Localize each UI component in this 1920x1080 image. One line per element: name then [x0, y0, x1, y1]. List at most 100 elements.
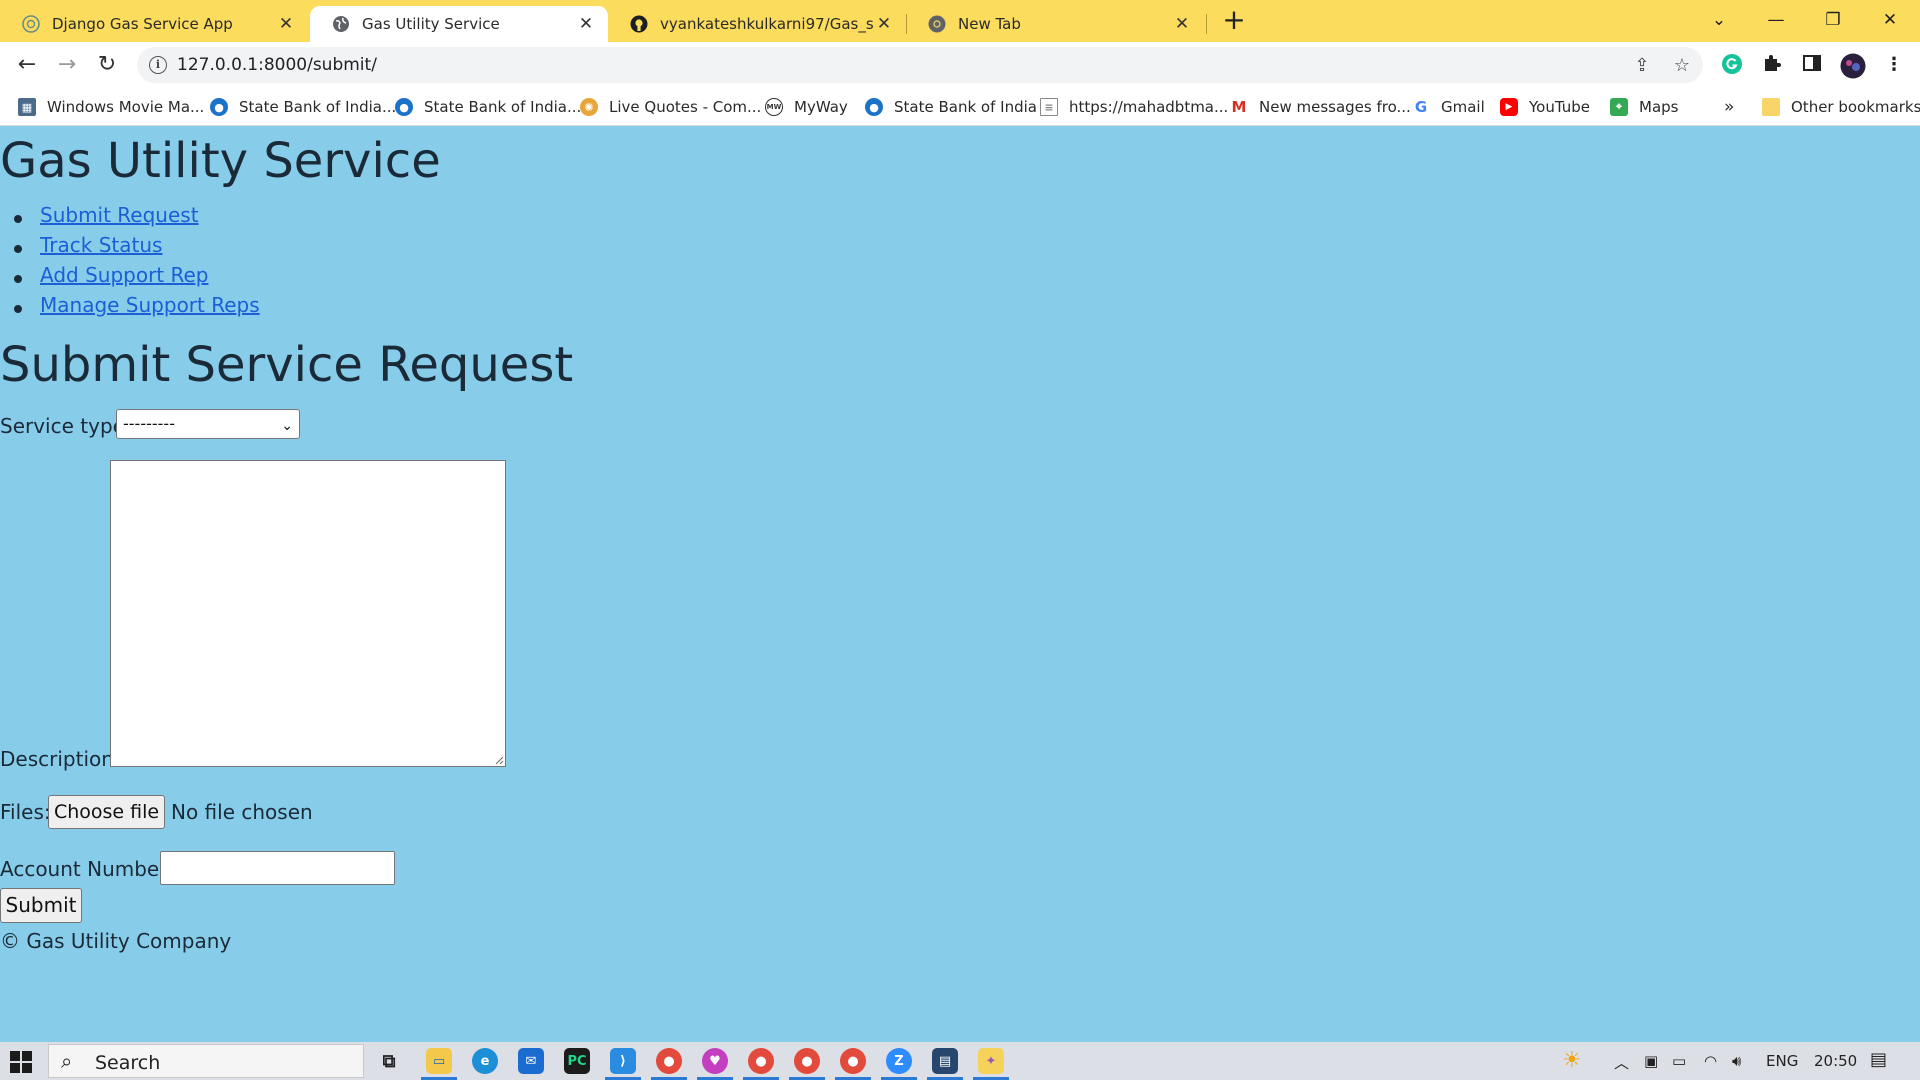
- description-textarea[interactable]: [110, 460, 506, 767]
- tab-strip: Django Gas Service App ✕ Gas Utility Ser…: [0, 0, 1920, 42]
- meet-now-icon[interactable]: ▣: [1644, 1052, 1658, 1070]
- restore-button[interactable]: ❐: [1811, 2, 1855, 38]
- close-tab-icon[interactable]: ✕: [276, 14, 296, 34]
- description-label: Description:: [0, 747, 121, 771]
- bookmark-item[interactable]: ≡ https://mahadbtma...: [1040, 96, 1228, 118]
- close-window-button[interactable]: ✕: [1868, 2, 1912, 38]
- nav-item: Submit Request: [14, 203, 260, 233]
- site-info-icon[interactable]: i: [149, 56, 167, 74]
- page-content: Gas Utility Service Submit Request Track…: [0, 127, 1920, 1042]
- windows-start-icon[interactable]: [10, 1051, 32, 1073]
- profile-avatar[interactable]: [1840, 53, 1866, 79]
- youtube-icon: ▶: [1500, 98, 1518, 116]
- chrome-icon: [928, 15, 946, 33]
- close-tab-icon[interactable]: ✕: [1172, 14, 1192, 34]
- bookmark-item[interactable]: ▦ Windows Movie Ma...: [18, 96, 204, 118]
- bookmark-item[interactable]: ● State Bank of India...: [395, 96, 581, 118]
- bookmark-item[interactable]: MW MyWay: [765, 96, 848, 118]
- taskbar-search-box[interactable]: ⌕ Search: [48, 1044, 364, 1078]
- battery-icon[interactable]: ▭: [1672, 1052, 1686, 1070]
- submit-button[interactable]: Submit: [0, 888, 82, 923]
- choose-file-button[interactable]: Choose file: [48, 795, 165, 829]
- nav-item: Add Support Rep: [14, 263, 260, 293]
- edge-icon[interactable]: e: [472, 1048, 498, 1074]
- bravo-app-icon[interactable]: ♥: [702, 1048, 728, 1074]
- quotes-icon: ✺: [580, 98, 598, 116]
- nav-link-manage-support-reps[interactable]: Manage Support Reps: [40, 293, 260, 317]
- tab-title: Gas Utility Service: [362, 15, 500, 33]
- other-bookmarks-label: Other bookmarks: [1791, 98, 1920, 116]
- chrome-taskbar-icon[interactable]: ●: [656, 1048, 682, 1074]
- share-icon[interactable]: ⇪: [1631, 55, 1653, 77]
- minimize-button[interactable]: —: [1754, 2, 1798, 38]
- grammarly-icon[interactable]: [1720, 53, 1744, 77]
- taskbar-search-text: Search: [95, 1052, 161, 1074]
- bookmark-item[interactable]: G Gmail: [1412, 96, 1485, 118]
- chrome-menu-icon[interactable]: ⋮: [1882, 53, 1906, 77]
- no-file-text: No file chosen: [171, 800, 313, 824]
- bookmark-label: Gmail: [1441, 98, 1485, 116]
- tab-gas-utility-service[interactable]: Gas Utility Service ✕: [310, 6, 608, 42]
- url-text[interactable]: 127.0.0.1:8000/submit/: [177, 55, 377, 75]
- account-number-input[interactable]: [160, 851, 395, 885]
- service-type-value: ---------: [123, 414, 175, 433]
- nav-link-track-status[interactable]: Track Status: [40, 233, 162, 257]
- nav-link-add-support-rep[interactable]: Add Support Rep: [40, 263, 209, 287]
- zoom-icon[interactable]: Z: [886, 1048, 912, 1074]
- tab-new-tab[interactable]: New Tab ✕: [906, 6, 1204, 42]
- mail-icon[interactable]: ✉: [518, 1048, 544, 1074]
- bookmark-item[interactable]: ▶ YouTube: [1500, 96, 1590, 118]
- notifications-icon[interactable]: ▤: [1870, 1049, 1887, 1070]
- tab-title: New Tab: [958, 15, 1021, 33]
- tab-django-gas-service[interactable]: Django Gas Service App ✕: [0, 6, 308, 42]
- language-indicator[interactable]: ENG: [1766, 1052, 1798, 1070]
- page-icon: ≡: [1040, 98, 1058, 116]
- chrome-profile-4-icon[interactable]: ●: [840, 1048, 866, 1074]
- bookmark-label: Windows Movie Ma...: [47, 98, 205, 116]
- side-panel-icon[interactable]: [1800, 53, 1824, 77]
- bookmark-item[interactable]: M New messages fro...: [1230, 96, 1411, 118]
- task-view-icon[interactable]: ⧉: [376, 1048, 402, 1074]
- vscode-icon[interactable]: ⟩: [610, 1048, 636, 1074]
- address-bar[interactable]: i 127.0.0.1:8000/submit/ ⇪ ☆: [137, 47, 1703, 83]
- tab-title: Django Gas Service App: [52, 15, 233, 33]
- forward-button[interactable]: →: [53, 51, 81, 79]
- sql-studio-icon[interactable]: ▤: [932, 1048, 958, 1074]
- paint-app-icon[interactable]: ✦: [978, 1048, 1004, 1074]
- show-hidden-icons-chevron-icon[interactable]: ︿: [1614, 1052, 1629, 1073]
- nav-item: Track Status: [14, 233, 260, 263]
- wifi-icon[interactable]: ◠: [1704, 1052, 1717, 1070]
- chrome-profile-2-icon[interactable]: ●: [748, 1048, 774, 1074]
- back-button[interactable]: ←: [13, 51, 41, 79]
- bookmark-item[interactable]: ⌖ Maps: [1610, 96, 1678, 118]
- tab-separator: [1206, 14, 1207, 34]
- close-tab-icon[interactable]: ✕: [874, 14, 894, 34]
- chrome-profile-3-icon[interactable]: ●: [794, 1048, 820, 1074]
- bookmark-item[interactable]: ● State Bank of India: [865, 96, 1037, 118]
- service-type-select[interactable]: --------- ⌄: [116, 409, 300, 439]
- tab-search-chevron-icon[interactable]: ⌄: [1697, 2, 1741, 38]
- maps-icon: ⌖: [1610, 98, 1628, 116]
- resize-grip-icon[interactable]: [494, 755, 504, 765]
- chevron-down-icon: ⌄: [281, 418, 293, 434]
- bookmark-star-icon[interactable]: ☆: [1671, 55, 1693, 77]
- tab-github-repo[interactable]: vyankateshkulkarni97/Gas_station ✕: [608, 6, 906, 42]
- volume-icon[interactable]: 🔊︎: [1732, 1052, 1741, 1070]
- weather-icon[interactable]: ☀: [1562, 1048, 1582, 1073]
- bookmark-item[interactable]: ● State Bank of India...: [210, 96, 396, 118]
- pycharm-icon[interactable]: PC: [564, 1048, 590, 1074]
- sbi-icon: ●: [395, 98, 413, 116]
- bookmark-item[interactable]: ✺ Live Quotes - Com...: [580, 96, 761, 118]
- bookmarks-overflow-button[interactable]: »: [1724, 96, 1734, 118]
- new-tab-button[interactable]: +: [1220, 6, 1248, 35]
- nav-link-submit-request[interactable]: Submit Request: [40, 203, 199, 227]
- site-title: Gas Utility Service: [0, 133, 441, 189]
- reload-button[interactable]: ↻: [93, 51, 121, 79]
- clock-time[interactable]: 20:50: [1814, 1052, 1857, 1070]
- extensions-puzzle-icon[interactable]: [1760, 53, 1784, 77]
- file-explorer-icon[interactable]: ▭: [426, 1048, 452, 1074]
- other-bookmarks-folder[interactable]: Other bookmarks: [1762, 96, 1920, 118]
- bookmark-label: State Bank of India...: [424, 98, 582, 116]
- search-icon: ⌕: [61, 1049, 73, 1073]
- close-tab-icon[interactable]: ✕: [576, 14, 596, 34]
